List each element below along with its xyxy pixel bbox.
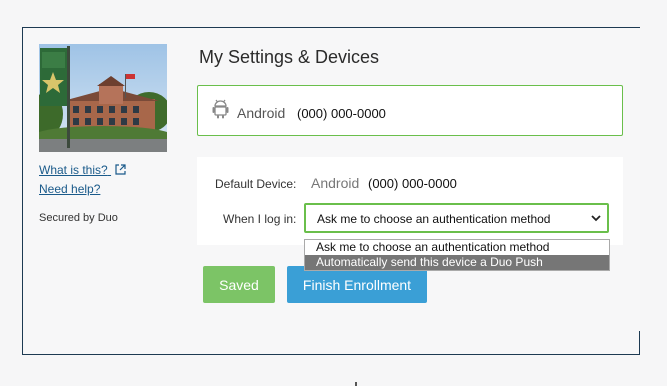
device-card-android[interactable]: Android (000) 000-0000	[197, 85, 623, 136]
sidebar: What is this? Need help? Secured by Duo	[39, 44, 169, 224]
dropdown-option-ask[interactable]: Ask me to choose an authentication metho…	[305, 240, 609, 255]
duo-frame: What is this? Need help? Secured by Duo …	[22, 27, 640, 355]
secured-by-duo: Secured by Duo	[39, 212, 118, 224]
dropdown-option-auto-push[interactable]: Automatically send this device a Duo Pus…	[305, 255, 609, 270]
login-action-select[interactable]: Ask me to choose an authentication metho…	[304, 203, 609, 233]
campus-image	[39, 44, 167, 152]
chevron-down-icon	[591, 215, 601, 222]
device-settings-box: Default Device: Android (000) 000-0000 W…	[197, 157, 623, 245]
settings-panel: My Settings & Devices Android (000) 000-…	[187, 28, 640, 331]
cursor-mark	[355, 382, 357, 386]
what-is-this-link[interactable]: What is this?	[39, 163, 169, 177]
default-device-name: Android	[311, 175, 360, 191]
saved-button[interactable]: Saved	[203, 266, 275, 303]
default-device-label: Default Device:	[215, 177, 297, 191]
login-action-dropdown: Ask me to choose an authentication metho…	[304, 239, 610, 271]
external-link-icon	[115, 164, 126, 175]
need-help-link[interactable]: Need help?	[39, 182, 169, 196]
login-action-selected: Ask me to choose an authentication metho…	[317, 212, 551, 226]
device-name: Android	[237, 105, 286, 121]
page-title: My Settings & Devices	[199, 47, 380, 67]
login-action-label: When I log in:	[223, 212, 297, 226]
device-number: (000) 000-0000	[297, 106, 386, 121]
what-is-this-label: What is this?	[39, 163, 108, 177]
finish-enrollment-button[interactable]: Finish Enrollment	[287, 266, 427, 303]
default-device-number: (000) 000-0000	[368, 176, 457, 191]
android-icon	[212, 99, 229, 119]
